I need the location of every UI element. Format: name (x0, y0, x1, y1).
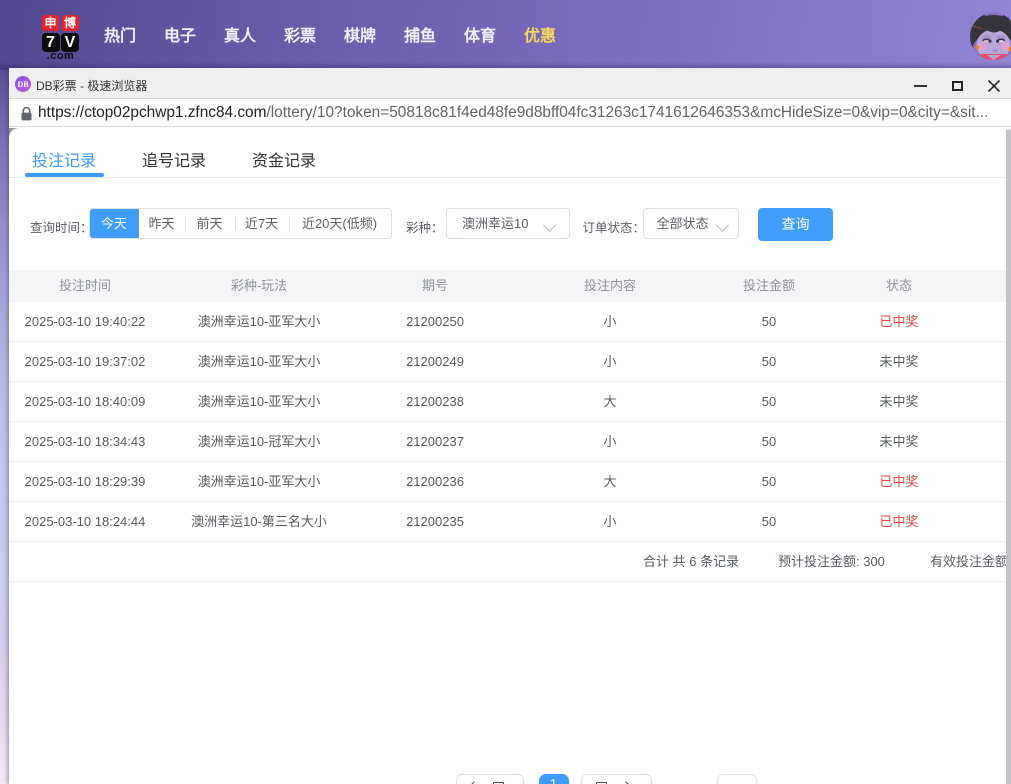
svg-text:DB: DB (17, 80, 29, 89)
